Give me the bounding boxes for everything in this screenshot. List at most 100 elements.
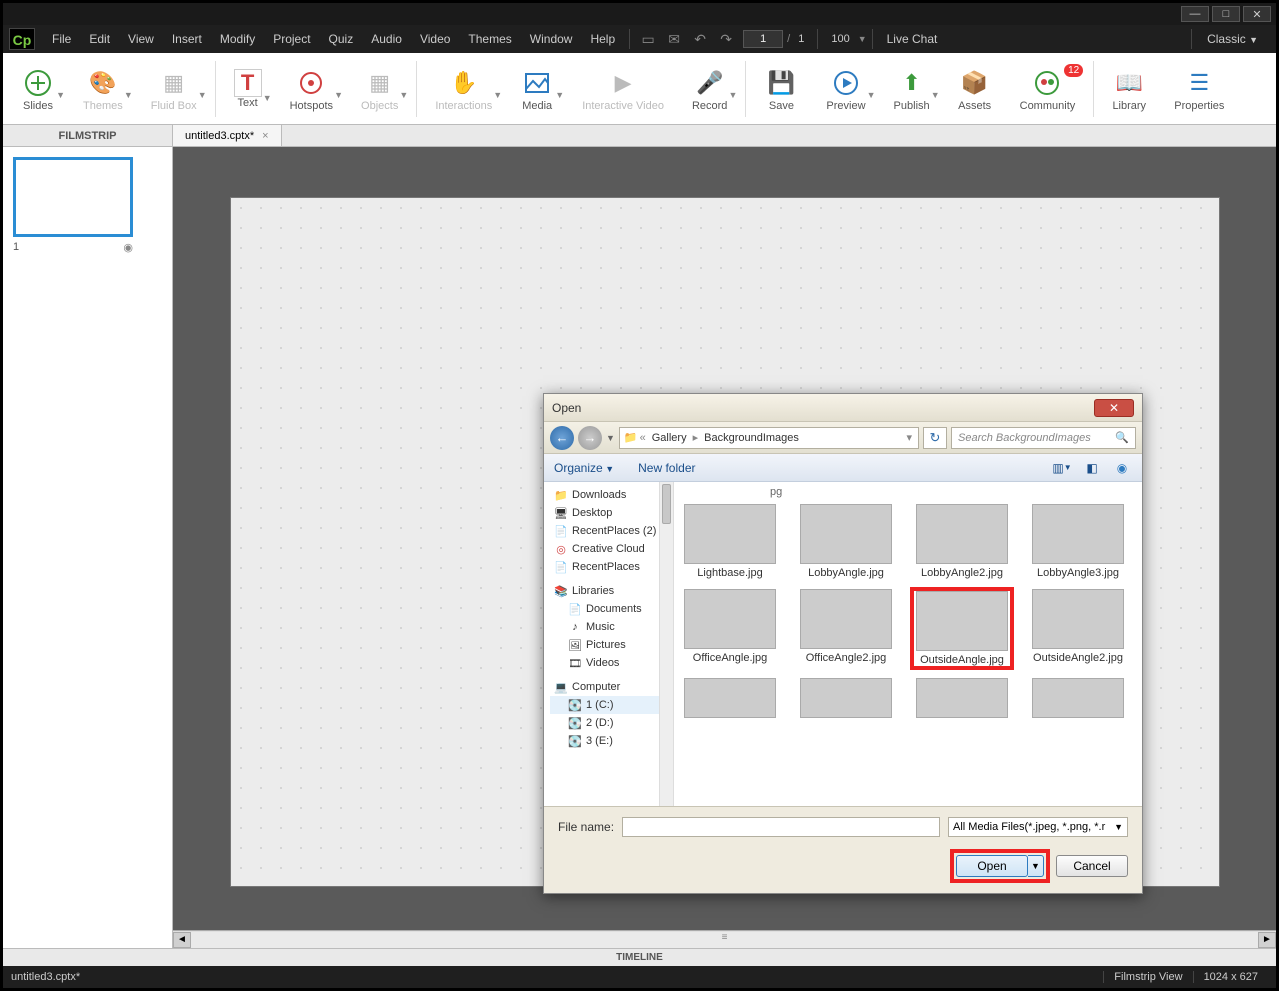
file-item-lobbyangle[interactable]: LobbyAngle.jpg <box>796 504 896 579</box>
ribbon-save[interactable]: 💾Save <box>750 62 812 116</box>
ribbon-assets[interactable]: 📦Assets <box>944 62 1006 116</box>
menu-themes[interactable]: Themes <box>459 32 520 46</box>
window-close-button[interactable]: ✕ <box>1243 6 1271 22</box>
live-chat-link[interactable]: Live Chat <box>878 32 947 46</box>
file-type-filter[interactable]: All Media Files(*.jpeg, *.png, *.r▼ <box>948 817 1128 837</box>
close-tab-icon[interactable]: × <box>262 125 268 147</box>
workspace-classic-dropdown[interactable]: Classic ▼ <box>1197 30 1268 48</box>
open-button-dropdown[interactable]: ▼ <box>1028 855 1044 877</box>
tree-computer[interactable]: 💻Computer <box>550 678 673 696</box>
page-current-input[interactable]: 1 <box>743 30 783 48</box>
tree-creative-cloud[interactable]: ◎Creative Cloud <box>550 540 673 558</box>
timeline-header[interactable]: TIMELINE <box>3 948 1276 966</box>
tree-music[interactable]: ♪Music <box>550 618 673 636</box>
folder-tree[interactable]: 📁Downloads 🖥Desktop 📄RecentPlaces (2) ◎C… <box>544 482 674 806</box>
scroll-right-button[interactable]: ► <box>1258 932 1276 948</box>
crumb-backgroundimages[interactable]: BackgroundImages <box>700 432 803 444</box>
menu-file[interactable]: File <box>43 32 80 46</box>
ribbon-properties[interactable]: ☰Properties <box>1160 62 1238 116</box>
tree-recentplaces-2[interactable]: 📄RecentPlaces (2) <box>550 522 673 540</box>
ribbon-media[interactable]: Media▼ <box>506 62 568 116</box>
file-item-lobbyangle2[interactable]: LobbyAngle2.jpg <box>912 504 1012 579</box>
ribbon-library[interactable]: 📖Library <box>1098 62 1160 116</box>
nav-forward-button[interactable]: → <box>578 426 602 450</box>
slide-thumbnail[interactable] <box>13 157 133 237</box>
menu-project[interactable]: Project <box>264 32 319 46</box>
tree-drive-d[interactable]: 💽2 (D:) <box>550 714 673 732</box>
tree-videos[interactable]: 🎞Videos <box>550 654 673 672</box>
tree-libraries[interactable]: 📚Libraries <box>550 582 673 600</box>
dialog-titlebar[interactable]: Open ✕ <box>544 394 1142 422</box>
file-item-lightbase[interactable]: Lightbase.jpg <box>680 504 780 579</box>
help-button[interactable]: ◉ <box>1112 459 1132 477</box>
refresh-button[interactable]: ↻ <box>923 427 947 449</box>
new-folder-button[interactable]: New folder <box>638 461 695 475</box>
menu-modify[interactable]: Modify <box>211 32 264 46</box>
horizontal-scrollbar[interactable]: ◄ ≡ ► <box>173 930 1276 948</box>
ribbon-text[interactable]: TText▼ <box>220 65 276 113</box>
nav-history-caret-icon[interactable]: ▼ <box>606 433 615 443</box>
view-mode-button[interactable]: ▥ ▼ <box>1052 459 1072 477</box>
menu-video[interactable]: Video <box>411 32 459 46</box>
menu-edit[interactable]: Edit <box>80 32 119 46</box>
ribbon-hotspots[interactable]: Hotspots▼ <box>276 62 347 116</box>
file-list[interactable]: pg Lightbase.jpg LobbyAngle.jpg LobbyAng… <box>674 482 1142 806</box>
file-item-partial-2[interactable] <box>796 678 896 718</box>
layout-icon[interactable]: ▭ <box>638 29 658 49</box>
menu-window[interactable]: Window <box>521 32 582 46</box>
undo-icon[interactable]: ↶ <box>690 29 710 49</box>
breadcrumb-bar[interactable]: 📁 « Gallery ▸ BackgroundImages ▾ <box>619 427 919 449</box>
cancel-button[interactable]: Cancel <box>1056 855 1128 877</box>
nav-back-button[interactable]: ← <box>550 426 574 450</box>
tree-drive-c[interactable]: 💽1 (C:) <box>550 696 673 714</box>
zoom-caret-icon[interactable]: ▼ <box>858 34 867 44</box>
ribbon-slides[interactable]: Slides▼ <box>7 62 69 116</box>
scroll-track[interactable]: ≡ <box>191 932 1258 948</box>
menu-help[interactable]: Help <box>581 32 624 46</box>
slide-eye-icon[interactable]: ◉ <box>123 241 133 254</box>
open-button[interactable]: Open <box>956 855 1028 877</box>
document-tab[interactable]: untitled3.cptx* × <box>173 125 282 146</box>
menu-quiz[interactable]: Quiz <box>320 32 363 46</box>
redo-icon[interactable]: ↷ <box>716 29 736 49</box>
dialog-close-button[interactable]: ✕ <box>1094 399 1134 417</box>
tree-drive-e[interactable]: 💽3 (E:) <box>550 732 673 750</box>
scrollbar-thumb[interactable] <box>662 484 671 524</box>
file-item-partial-4[interactable] <box>1028 678 1128 718</box>
ribbon-record[interactable]: 🎤Record▼ <box>678 62 741 116</box>
tree-downloads[interactable]: 📁Downloads <box>550 486 673 504</box>
tree-desktop[interactable]: 🖥Desktop <box>550 504 673 522</box>
tree-documents[interactable]: 📄Documents <box>550 600 673 618</box>
menu-insert[interactable]: Insert <box>163 32 211 46</box>
menu-view[interactable]: View <box>119 32 163 46</box>
ribbon-community[interactable]: Community12 <box>1006 62 1090 116</box>
ribbon: Slides▼ 🎨Themes▼ ▦Fluid Box▼ TText▼ Hots… <box>3 53 1276 125</box>
organize-dropdown[interactable]: Organize <box>554 461 614 475</box>
file-item-lobbyangle3[interactable]: LobbyAngle3.jpg <box>1028 504 1128 579</box>
file-item-outsideangle[interactable]: OutsideAngle.jpg <box>912 589 1012 668</box>
file-thumbnail <box>684 678 776 718</box>
zoom-value[interactable]: 100 <box>823 33 857 45</box>
file-item-officeangle[interactable]: OfficeAngle.jpg <box>680 589 780 668</box>
file-item-outsideangle2[interactable]: OutsideAngle2.jpg <box>1028 589 1128 668</box>
file-item-partial-3[interactable] <box>912 678 1012 718</box>
menu-audio[interactable]: Audio <box>362 32 411 46</box>
tree-pictures[interactable]: 🖼Pictures <box>550 636 673 654</box>
tree-recentplaces[interactable]: 📄RecentPlaces <box>550 558 673 576</box>
preview-pane-button[interactable]: ◧ <box>1082 459 1102 477</box>
tree-scrollbar[interactable] <box>659 482 673 806</box>
chevron-down-icon[interactable]: ▾ <box>904 431 914 444</box>
window-minimize-button[interactable]: — <box>1181 6 1209 22</box>
text-icon: T <box>234 69 262 97</box>
search-input[interactable]: Search BackgroundImages 🔍 <box>951 427 1136 449</box>
ribbon-publish[interactable]: ⬆Publish▼ <box>880 62 944 116</box>
play-icon <box>829 66 863 100</box>
file-item-officeangle2[interactable]: OfficeAngle2.jpg <box>796 589 896 668</box>
scroll-left-button[interactable]: ◄ <box>173 932 191 948</box>
file-name-input[interactable] <box>622 817 940 837</box>
window-maximize-button[interactable]: □ <box>1212 6 1240 22</box>
ribbon-preview[interactable]: Preview▼ <box>812 62 879 116</box>
mail-icon[interactable]: ✉ <box>664 29 684 49</box>
file-item-partial-1[interactable] <box>680 678 780 718</box>
crumb-gallery[interactable]: Gallery <box>648 432 691 444</box>
